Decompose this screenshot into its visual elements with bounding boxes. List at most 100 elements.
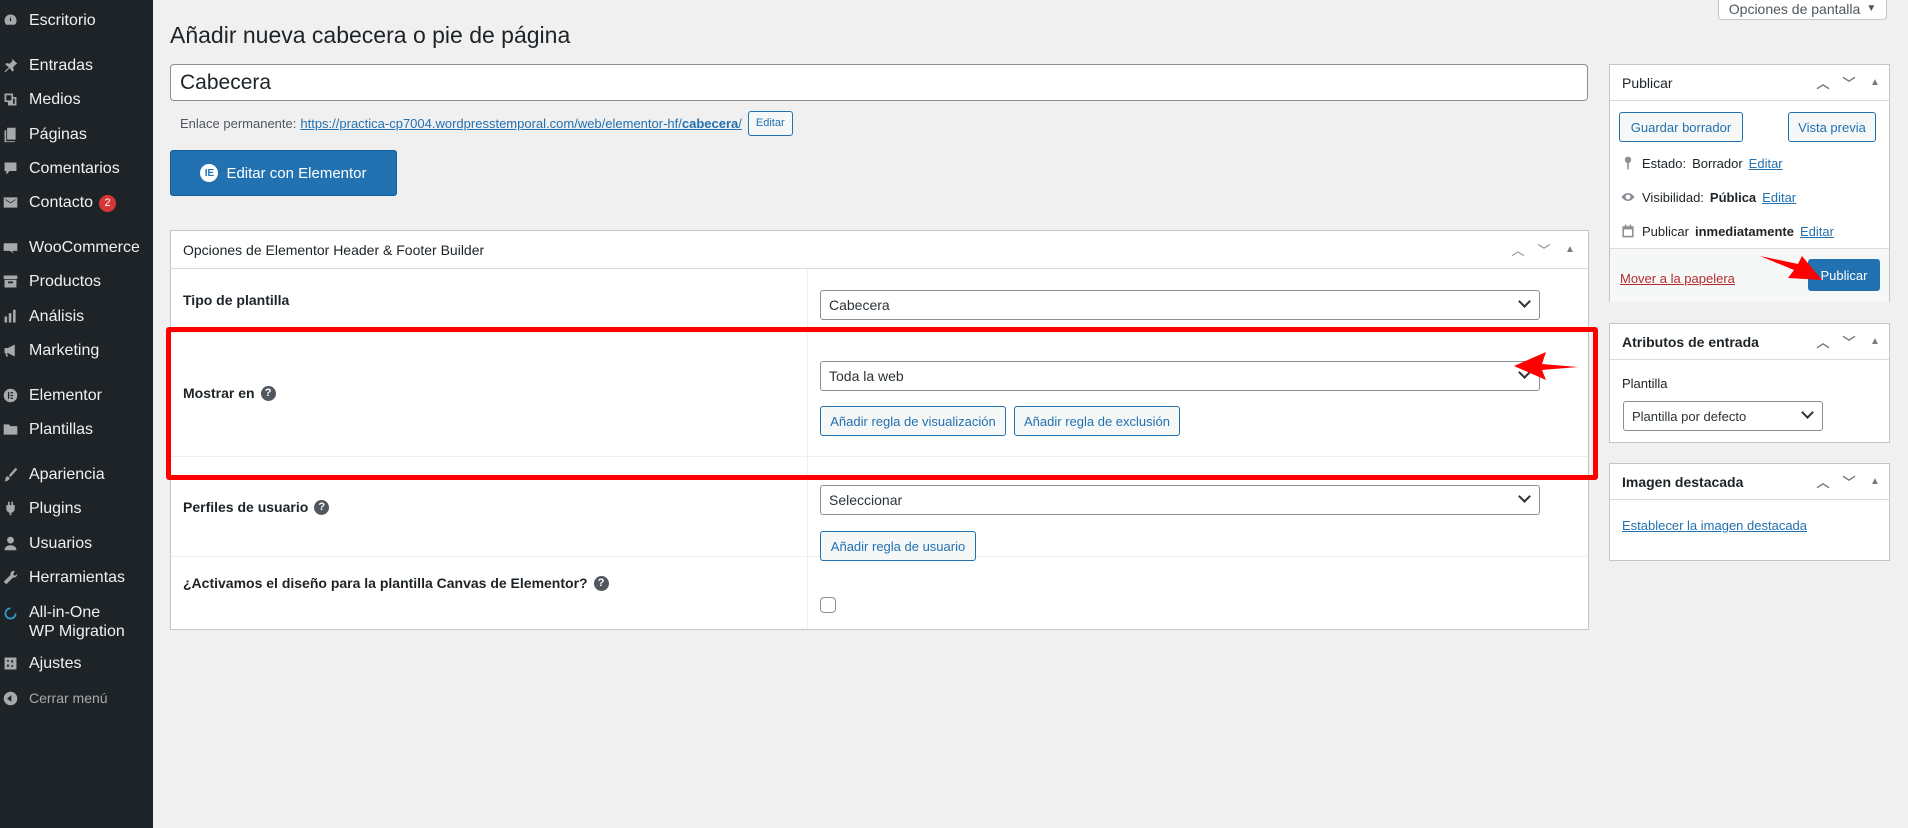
dashboard-icon [0,5,29,35]
preview-button[interactable]: Vista previa [1788,112,1876,142]
display-on-select[interactable]: Toda la web [820,361,1540,391]
edit-visibility-link[interactable]: Editar [1762,190,1796,205]
canvas-checkbox[interactable] [820,597,836,613]
move-up-icon[interactable]: ︿ [1508,240,1528,259]
calendar-icon [1622,224,1634,238]
sidebar-item-all-in-one-wp-migration[interactable]: All-in-One WP Migration [0,602,153,646]
pages-icon [0,119,29,149]
metabox-title: Atributos de entrada [1622,333,1759,350]
sidebar-item-apariencia[interactable]: Apariencia [0,459,153,489]
featured-image-metabox: Imagen destacada ︿ ﹀ ▲ Establecer la ima… [1609,463,1890,561]
metabox-controls: ︿ ﹀ ▲ [1813,65,1885,100]
permalink-link[interactable]: https://practica-cp7004.wordpresstempora… [300,116,742,131]
sidebar-item-label: Usuarios [29,534,93,552]
brush-icon [0,459,29,489]
metabox-title: Opciones de Elementor Header & Footer Bu… [183,241,485,258]
sidebar-item-label: Herramientas [29,568,126,586]
page-title: Añadir nueva cabecera o pie de página [170,22,571,48]
help-icon[interactable]: ? [314,499,330,515]
sidebar-item-label: Contacto 2 [29,193,117,212]
sidebar-item-escritorio[interactable]: Escritorio [0,5,153,35]
page-template-select[interactable]: Plantilla por defecto [1623,401,1823,431]
user-roles-label: Perfiles de usuario? [183,499,330,515]
toggle-panel-icon[interactable]: ▲ [1865,77,1885,88]
sidebar-item-label: Análisis [29,307,85,325]
screen-options-button[interactable]: Opciones de pantalla ▼ [1718,0,1887,20]
sidebar-item-label: Productos [29,272,102,290]
sidebar-item-herramientas[interactable]: Herramientas [0,562,153,592]
sidebar-item-woocommerce[interactable]: WooCommerce [0,232,153,262]
screen-options-label: Opciones de pantalla [1728,0,1861,17]
megaphone-icon [0,335,29,365]
sidebar-item-label: Páginas [29,125,87,143]
sidebar-item-medios[interactable]: Medios [0,84,153,114]
sidebar-item-label: Entradas [29,56,94,74]
move-to-trash-link[interactable]: Mover a la papelera [1620,271,1735,286]
sidebar-item-usuarios[interactable]: Usuarios [0,528,153,558]
plugin-icon [0,493,29,523]
sidebar-item-ajustes[interactable]: Ajustes [0,648,153,678]
sidebar-item-label: Ajustes [29,654,82,672]
user-icon [0,528,29,558]
edit-status-link[interactable]: Editar [1749,156,1783,171]
move-down-icon[interactable]: ﹀ [1839,73,1859,92]
visibility-row: Visibilidad: Pública Editar [1620,189,1796,205]
metabox-title: Publicar [1622,74,1673,91]
toggle-panel-icon[interactable]: ▲ [1560,244,1580,255]
eye-icon [1621,193,1635,201]
metabox-header: Opciones de Elementor Header & Footer Bu… [171,231,1588,269]
add-display-rule-button[interactable]: Añadir regla de visualización [820,406,1006,436]
metabox-controls: ︿ ﹀ ▲ [1813,324,1885,359]
sidebar-item-marketing[interactable]: Marketing [0,335,153,365]
sidebar-item-label: Comentarios [29,159,120,177]
move-down-icon[interactable]: ﹀ [1839,332,1859,351]
chevron-down-icon [1801,406,1814,419]
sidebar-item-paginas[interactable]: Páginas [0,119,153,149]
template-type-label: Tipo de plantilla [183,292,290,308]
sidebar-item-plantillas[interactable]: Plantillas [0,414,153,444]
toggle-panel-icon[interactable]: ▲ [1865,476,1885,487]
help-icon[interactable]: ? [593,575,609,591]
move-up-icon[interactable]: ︿ [1813,73,1833,92]
set-featured-image-link[interactable]: Establecer la imagen destacada [1622,518,1807,533]
move-down-icon[interactable]: ﹀ [1839,472,1859,491]
user-roles-select[interactable]: Seleccionar [820,485,1540,515]
save-draft-button[interactable]: Guardar borrador [1619,112,1743,142]
sidebar-item-label: Medios [29,90,81,108]
post-title-input[interactable] [170,64,1588,101]
canvas-label: ¿Activamos el diseño para la plantilla C… [183,575,609,591]
metabox-header: Publicar ︿ ﹀ ▲ [1610,65,1889,101]
sidebar-item-analisis[interactable]: Análisis [0,301,153,331]
sidebar-item-contacto[interactable]: Contacto 2 [0,187,153,217]
status-row: Estado: Borrador Editar [1620,155,1783,171]
sidebar-item-label: Plantillas [29,420,94,438]
elementor-logo-icon: IE [200,164,219,182]
sidebar-item-comentarios[interactable]: Comentarios [0,153,153,183]
wrench-icon [0,562,29,592]
edit-schedule-link[interactable]: Editar [1800,224,1834,239]
add-exclusion-rule-button[interactable]: Añadir regla de exclusión [1014,406,1180,436]
move-down-icon[interactable]: ﹀ [1534,240,1554,259]
publish-metabox: Publicar ︿ ﹀ ▲ Guardar borrador Vista pr… [1609,64,1890,302]
sidebar-item-plugins[interactable]: Plugins [0,493,153,523]
caret-down-icon: ▼ [1866,3,1877,14]
sidebar-item-elementor[interactable]: Elementor [0,380,153,410]
help-icon[interactable]: ? [260,385,276,401]
metabox-title: Imagen destacada [1622,473,1744,490]
publish-button[interactable]: Publicar [1808,259,1880,291]
sidebar-item-label: WooCommerce [29,238,140,256]
sidebar-item-productos[interactable]: Productos [0,266,153,296]
move-up-icon[interactable]: ︿ [1813,332,1833,351]
sidebar-item-label: All-in-One WP Migration [29,604,125,640]
permalink-edit-button[interactable]: Editar [747,111,793,136]
move-up-icon[interactable]: ︿ [1813,472,1833,491]
display-on-label: Mostrar en? [183,385,276,401]
template-type-select[interactable]: Cabecera [820,290,1540,320]
edit-with-elementor-button[interactable]: IE Editar con Elementor [170,150,397,196]
sidebar-item-entradas[interactable]: Entradas [0,50,153,80]
metabox-controls: ︿ ﹀ ▲ [1813,464,1885,499]
settings-icon [0,648,29,678]
chart-icon [0,301,29,331]
sidebar-collapse-menu[interactable]: Cerrar menú [0,683,153,713]
toggle-panel-icon[interactable]: ▲ [1865,336,1885,347]
